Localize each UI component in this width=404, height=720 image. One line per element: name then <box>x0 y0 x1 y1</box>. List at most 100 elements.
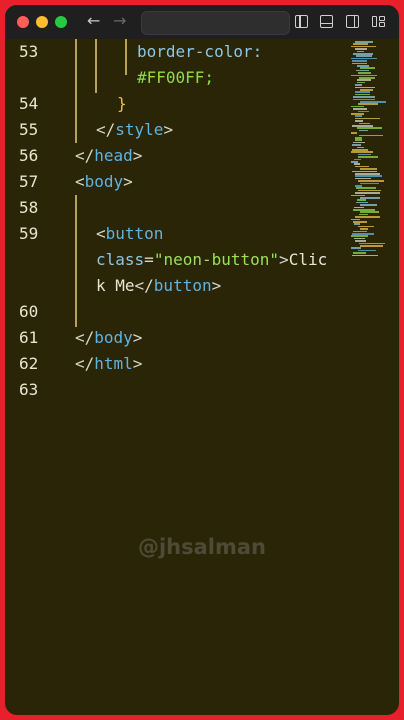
minimap-line <box>354 223 360 225</box>
minimap-line <box>360 89 373 91</box>
minimap-line <box>351 194 365 197</box>
minimap-line <box>355 216 380 218</box>
minimap-line <box>351 74 377 77</box>
tag-name: button <box>105 224 164 243</box>
code-line: k Me</button> <box>96 273 221 299</box>
line-number: 57 <box>19 172 39 191</box>
minimap-line <box>358 72 371 74</box>
text-content: k Me <box>96 276 135 295</box>
indent-guide <box>125 39 127 75</box>
minimap-line <box>355 165 369 168</box>
minimap-line <box>351 132 357 134</box>
minimap-line <box>352 170 377 173</box>
tag-name: head <box>94 146 133 165</box>
minimap-line <box>351 57 377 60</box>
indent-guide <box>95 39 97 93</box>
code-editor[interactable]: 53 border-color: #FF00FF; 54 } 55 </styl… <box>5 39 399 715</box>
minimap-line <box>360 211 379 213</box>
minimap-line <box>360 245 383 247</box>
minimap-line <box>351 105 364 108</box>
minimap-line <box>352 233 374 235</box>
minimap-line <box>352 125 373 127</box>
watermark-text: @jhsalman <box>137 535 267 559</box>
address-bar[interactable] <box>141 11 290 35</box>
code-line: #FF00FF; <box>137 65 214 91</box>
line-number: 54 <box>19 94 39 113</box>
minimap-line <box>357 146 364 149</box>
minimap-line <box>353 230 367 233</box>
minimap-line <box>354 158 361 161</box>
minimap-line <box>357 50 364 53</box>
close-window-button[interactable] <box>17 16 29 28</box>
minimap-line <box>352 144 361 146</box>
layout-grid-icon[interactable] <box>372 15 385 28</box>
minimap-line <box>354 237 365 240</box>
panel-bottom-icon[interactable] <box>320 15 333 28</box>
sidebar-left-icon[interactable] <box>295 15 308 28</box>
code-minimap[interactable] <box>351 41 391 281</box>
tag-name: html <box>94 354 133 373</box>
minimap-line <box>354 206 364 209</box>
minimap-line <box>360 101 386 103</box>
minimap-line <box>355 86 375 89</box>
tag-bracket: </ <box>96 120 116 139</box>
css-value: #FF00FF; <box>137 68 215 87</box>
minimap-line <box>357 81 365 84</box>
minimap-line <box>352 254 378 257</box>
minimap-line <box>356 69 369 72</box>
minimap-line <box>360 182 379 185</box>
line-number: 60 <box>19 302 39 321</box>
minimap-line <box>359 213 368 216</box>
minimap-line <box>355 84 362 86</box>
code-line: </html> <box>75 351 142 377</box>
tag-bracket: > <box>132 146 143 165</box>
arrow-left-icon[interactable]: ← <box>87 11 100 30</box>
line-number: 55 <box>19 120 39 139</box>
minimap-line <box>351 161 358 163</box>
minimap-line <box>351 113 364 115</box>
css-property: border-color: <box>137 42 263 61</box>
minimap-line <box>360 168 377 170</box>
line-number: 63 <box>19 380 39 399</box>
minimap-line <box>353 209 375 211</box>
minimap-line <box>352 62 367 65</box>
minimap-line <box>355 48 367 50</box>
minimap-line <box>353 221 367 223</box>
tag-bracket: > <box>132 354 143 373</box>
line-number: 61 <box>19 328 39 347</box>
line-number: 59 <box>19 224 39 243</box>
tag-bracket: > <box>279 250 289 269</box>
line-number: 56 <box>19 146 39 165</box>
minimize-window-button[interactable] <box>36 16 48 28</box>
minimap-line <box>358 249 376 252</box>
minimap-line <box>355 240 366 242</box>
minimap-line <box>360 67 375 69</box>
maximize-window-button[interactable] <box>55 16 67 28</box>
code-line: } <box>117 91 127 117</box>
tag-bracket: </ <box>75 354 95 373</box>
brace: } <box>117 94 127 113</box>
tag-name: button <box>153 276 212 295</box>
sidebar-right-icon[interactable] <box>346 15 359 28</box>
code-line: <body> <box>75 169 133 195</box>
code-line: </style> <box>96 117 173 143</box>
minimap-line <box>358 189 381 192</box>
code-line: </head> <box>75 143 142 169</box>
minimap-line <box>359 122 370 125</box>
tag-bracket: > <box>123 172 133 191</box>
arrow-right-icon[interactable]: → <box>113 11 126 30</box>
minimap-line <box>357 65 369 67</box>
minimap-line <box>356 201 368 204</box>
line-number: 62 <box>19 354 39 373</box>
line-number: 53 <box>19 42 39 61</box>
minimap-line <box>352 149 368 151</box>
text-content: Clic <box>288 250 328 269</box>
minimap-line <box>357 79 371 81</box>
minimap-line <box>357 199 366 201</box>
minimap-line <box>353 98 375 101</box>
minimap-line <box>352 60 367 62</box>
minimap-line <box>353 108 367 110</box>
minimap-line <box>359 242 385 245</box>
tag-bracket: > <box>211 276 222 295</box>
code-line: border-color: <box>137 39 262 65</box>
